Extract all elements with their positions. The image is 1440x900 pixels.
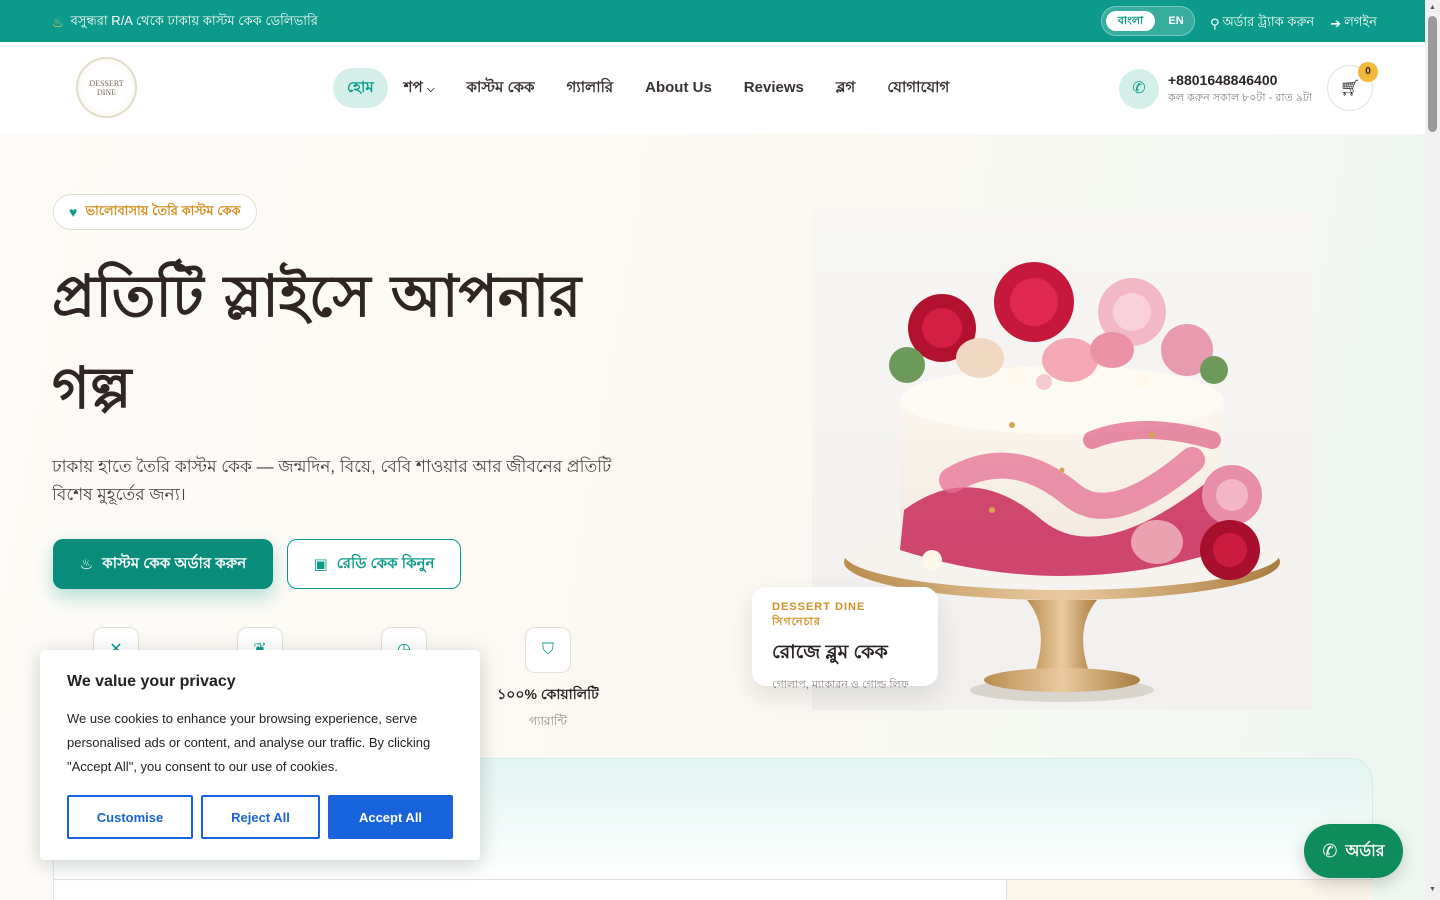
phone-number[interactable]: +8801648846400 [1168, 72, 1277, 88]
lang-english-option[interactable]: EN [1162, 11, 1190, 31]
nav-item-about-us[interactable]: About Us [629, 68, 728, 108]
cookie-consent-dialog: We value your privacy We use cookies to … [40, 650, 480, 860]
delivery-promo-text: বসুন্ধরা R/A থেকে ঢাকায় কাস্টম কেক ডেলি… [70, 13, 318, 28]
hero-title-line1: প্রতিটি স্লাইসে আপনার [52, 262, 582, 330]
nav-item-custom-cake[interactable]: কাস্টম কেক [450, 68, 550, 108]
logo-text-line2: DINE [96, 87, 117, 97]
top-announcement-bar: ♨ বসুন্ধরা R/A থেকে ঢাকায় কাস্টম কেক ডে… [0, 0, 1425, 42]
signature-title: রোজে ব্লুম কেক [772, 642, 888, 663]
hero-title: প্রতিটি স্লাইসে আপনার গল্প [52, 250, 692, 434]
sign-in-icon: ➔ [1330, 15, 1342, 31]
nav-item-reviews[interactable]: Reviews [728, 68, 820, 108]
delivery-promo: ♨ বসুন্ধরা R/A থেকে ঢাকায় কাস্টম কেক ডে… [52, 12, 318, 33]
feature-title: ১০০% কোয়ালিটি [497, 686, 599, 702]
nav-item-blog[interactable]: ব্লগ [820, 68, 871, 108]
buy-ready-cake-label: রেডি কেক কিনুন [336, 554, 435, 572]
cake-icon: ♨ [52, 14, 64, 30]
feature-subtitle: গ্যারান্টি [529, 714, 567, 728]
order-custom-cake-label: কাস্টম কেক অর্ডার করুন [102, 554, 247, 572]
nav-item-shop-label: শপ [403, 79, 423, 96]
scroll-down-arrow-icon[interactable]: ▼ [1428, 886, 1437, 894]
heart-icon: ♥ [69, 204, 78, 220]
page-scrollbar[interactable]: ▲ ▼ [1425, 0, 1440, 900]
cookie-reject-all-button[interactable]: Reject All [201, 795, 320, 839]
nav-item-gallery[interactable]: গ্যালারি [551, 68, 630, 108]
shopping-cart-icon: 🛒︎ [1339, 80, 1361, 97]
whatsapp-order-button[interactable]: ✆ অর্ডার [1304, 824, 1403, 878]
track-order-link[interactable]: ⚲ অর্ডার ট্র্যাক করুন [1210, 13, 1314, 34]
hero-title-line2: গল্প [52, 354, 132, 422]
panel-left-card [54, 879, 1007, 900]
nav-item-shop[interactable]: শপ ⌵ [388, 68, 451, 108]
cookie-customise-button[interactable]: Customise [67, 795, 193, 839]
shield-icon: ⛉ [525, 627, 571, 673]
phone-icon[interactable]: ✆ [1119, 69, 1159, 109]
buy-ready-cake-button[interactable]: ▣ রেডি কেক কিনুন [287, 539, 461, 589]
cookie-body: We use cookies to enhance your browsing … [67, 711, 431, 774]
whatsapp-order-label: অর্ডার [1345, 842, 1385, 860]
nav-item-home[interactable]: হোম [333, 68, 388, 108]
logo-text-line1: DESSERT [89, 78, 124, 88]
cookie-accept-all-button[interactable]: Accept All [328, 795, 453, 839]
login-link[interactable]: ➔ লগইন [1330, 13, 1377, 34]
tagline-text: ভালোবাসায় তৈরি কাস্টম কেক [85, 202, 241, 218]
language-switcher[interactable]: বাংলা EN [1101, 6, 1195, 36]
cookie-title: We value your privacy [67, 673, 236, 690]
nav-item-contact[interactable]: যোগাযোগ [871, 68, 965, 108]
cake-icon: ♨ [79, 556, 94, 573]
scrollbar-thumb[interactable] [1428, 16, 1437, 132]
signature-cake-card: DESSERT DINE সিগনেচার রোজে ব্লুম কেক গোল… [752, 587, 938, 691]
lang-bangla-option[interactable]: বাংলা [1106, 11, 1155, 31]
panel-right-card [1007, 879, 1373, 900]
main-navigation: হোম শপ ⌵ কাস্টম কেক গ্যালারি About Us Re… [333, 68, 965, 108]
cart-count-badge: 0 [1358, 62, 1378, 82]
hero-subtitle: ঢাকায় হাতে তৈরি কাস্টম কেক — জন্মদিন, ব… [52, 457, 612, 504]
track-order-label: অর্ডার ট্র্যাক করুন [1222, 14, 1315, 29]
chevron-down-icon: ⌵ [426, 84, 435, 95]
login-label: লগইন [1344, 14, 1377, 29]
feature-item-quality: ⛉ ১০০% কোয়ালিটি গ্যারান্টি [478, 627, 618, 733]
location-pin-icon: ⚲ [1210, 15, 1220, 31]
signature-description: গোলাপ, ম্যাকারন ও গোল্ড লিফ [772, 679, 909, 691]
whatsapp-icon: ✆ [1322, 840, 1338, 861]
dessert-dine-logo[interactable]: DESSERT DINE [76, 57, 137, 118]
cart-button[interactable]: 🛒︎ 0 [1327, 62, 1378, 111]
order-custom-cake-button[interactable]: ♨ কাস্টম কেক অর্ডার করুন [53, 539, 273, 589]
phone-hours: কল করুন সকাল ৮০টা - রাত ৯টা [1168, 92, 1313, 104]
shopping-bag-icon: ▣ [313, 556, 328, 573]
signature-kicker: DESSERT DINE সিগনেচার [772, 601, 866, 628]
scroll-up-arrow-icon[interactable]: ▲ [1428, 4, 1437, 12]
site-header: DESSERT DINE হোম শপ ⌵ কাস্টম কেক গ্যালার… [0, 42, 1425, 134]
tagline-pill: ♥ ভালোবাসায় তৈরি কাস্টম কেক [53, 194, 257, 230]
